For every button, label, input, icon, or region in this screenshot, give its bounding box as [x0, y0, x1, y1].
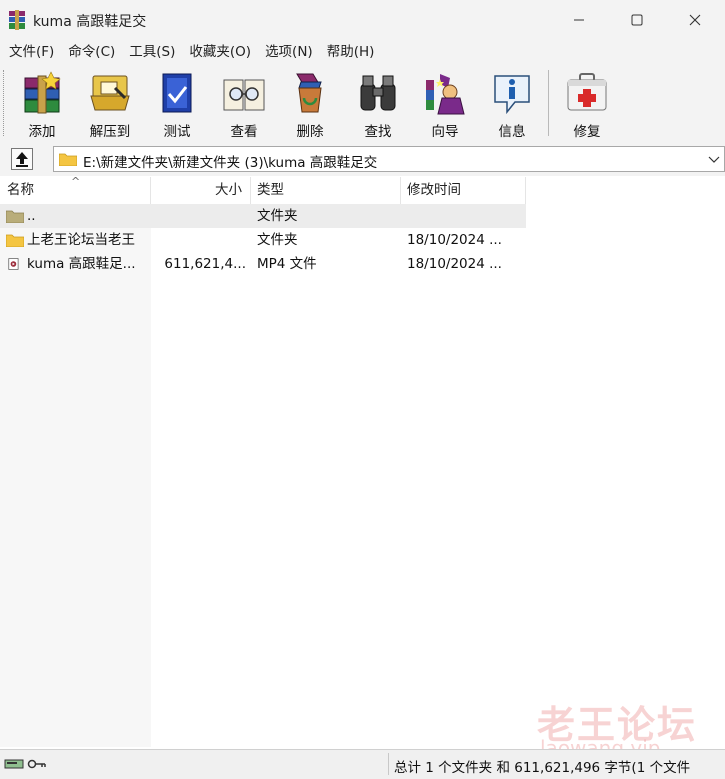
address-path: E:\新建文件夹\新建文件夹 (3)\kuma 高跟鞋足交 — [83, 155, 378, 171]
sort-ascending-icon: ^ — [71, 175, 81, 188]
up-arrow-icon — [16, 152, 28, 167]
repair-icon — [567, 73, 607, 111]
up-folder-button[interactable] — [11, 148, 33, 170]
add-label: 添加 — [28, 124, 56, 140]
row-type: 文件夹 — [257, 232, 298, 248]
info-label: 信息 — [498, 124, 526, 140]
list-row-folder[interactable]: 上老王论坛当老王 文件夹 18/10/2024 ... — [0, 228, 526, 252]
address-row: E:\新建文件夹\新建文件夹 (3)\kuma 高跟鞋足交 — [0, 142, 725, 176]
view-icon — [223, 79, 265, 111]
maximize-icon — [631, 14, 643, 26]
minimize-icon — [574, 19, 584, 21]
menu-commands[interactable]: 命令(C) — [61, 40, 122, 64]
list-row-parent[interactable]: .. 文件夹 — [0, 204, 526, 228]
wizard-button[interactable]: 向导 — [413, 68, 477, 140]
maximize-button[interactable] — [614, 0, 660, 40]
column-header-modified[interactable]: 修改时间 — [401, 177, 526, 204]
find-label: 查找 — [364, 124, 392, 140]
add-button[interactable]: 添加 — [10, 68, 74, 140]
menu-options[interactable]: 选项(N) — [258, 40, 320, 64]
toolbar-grip[interactable] — [3, 70, 6, 136]
test-icon — [162, 73, 192, 113]
repair-label: 修复 — [573, 124, 601, 140]
test-button[interactable]: 测试 — [145, 68, 209, 140]
test-label: 测试 — [163, 124, 191, 140]
find-icon — [360, 75, 396, 111]
folder-icon — [6, 234, 24, 247]
toolbar-separator — [548, 70, 549, 136]
row-name: .. — [27, 208, 36, 224]
chevron-down-icon[interactable] — [708, 154, 720, 164]
menu-help[interactable]: 帮助(H) — [320, 40, 382, 64]
wizard-label: 向导 — [431, 124, 459, 140]
menu-favorites[interactable]: 收藏夹(O) — [182, 40, 258, 64]
delete-label: 删除 — [296, 124, 324, 140]
column-header-type[interactable]: 类型 — [251, 177, 401, 204]
minimize-button[interactable] — [556, 0, 602, 40]
address-bar[interactable]: E:\新建文件夹\新建文件夹 (3)\kuma 高跟鞋足交 — [53, 146, 725, 172]
winrar-app-icon — [9, 10, 25, 30]
toolbar: 添加 解压到 测试 查看 删除 查找 向导 信息 修复 — [0, 64, 725, 142]
view-button[interactable]: 查看 — [212, 68, 276, 140]
menu-tools[interactable]: 工具(S) — [122, 40, 182, 64]
extract-to-label: 解压到 — [89, 124, 131, 140]
column-header-name-label: 名称 — [7, 182, 34, 198]
view-label: 查看 — [230, 124, 258, 140]
row-modified: 18/10/2024 ... — [407, 232, 502, 248]
parent-folder-icon — [6, 210, 24, 223]
wizard-icon — [426, 74, 465, 115]
info-button[interactable]: 信息 — [480, 68, 544, 140]
add-archive-icon — [24, 71, 61, 114]
close-icon — [689, 14, 701, 26]
row-type: MP4 文件 — [257, 256, 317, 272]
winrar-window: kuma 高跟鞋足交 文件(F) 命令(C) 工具(S) 收藏夹(O) 选项(N… — [0, 0, 725, 779]
menu-bar: 文件(F) 命令(C) 工具(S) 收藏夹(O) 选项(N) 帮助(H) — [0, 40, 725, 64]
title-bar[interactable]: kuma 高跟鞋足交 — [0, 0, 725, 40]
status-bar: 总计 1 个文件夹 和 611,621,496 字节(1 个文件 — [0, 749, 725, 779]
column-header-name[interactable]: ^ 名称 — [0, 175, 151, 204]
video-file-icon — [8, 258, 19, 270]
drive-icon[interactable] — [4, 758, 24, 770]
menu-file[interactable]: 文件(F) — [2, 40, 61, 64]
row-name: 上老王论坛当老王 — [27, 232, 135, 248]
column-header-size[interactable]: 大小 — [151, 177, 251, 204]
extract-to-button[interactable]: 解压到 — [78, 68, 142, 140]
list-header: ^ 名称 大小 类型 修改时间 — [0, 175, 725, 204]
extract-to-icon — [90, 75, 130, 111]
repair-button[interactable]: 修复 — [555, 68, 619, 140]
delete-icon — [296, 73, 322, 113]
row-size: 611,621,4... — [164, 256, 246, 272]
list-row-file[interactable]: kuma 高跟鞋足... 611,621,4... MP4 文件 18/10/2… — [0, 252, 526, 276]
info-icon — [494, 75, 530, 115]
row-modified: 18/10/2024 ... — [407, 256, 502, 272]
find-button[interactable]: 查找 — [346, 68, 410, 140]
delete-button[interactable]: 删除 — [278, 68, 342, 140]
window-title: kuma 高跟鞋足交 — [33, 14, 147, 30]
key-icon[interactable] — [27, 758, 47, 770]
close-button[interactable] — [672, 0, 718, 40]
status-divider — [388, 753, 389, 775]
row-name: kuma 高跟鞋足... — [27, 256, 136, 272]
folder-icon — [59, 153, 77, 166]
file-list[interactable]: ^ 名称 大小 类型 修改时间 .. 文件夹 上老王论坛当老王 文件夹 18/1… — [0, 175, 725, 747]
row-type: 文件夹 — [257, 208, 298, 224]
status-summary: 总计 1 个文件夹 和 611,621,496 字节(1 个文件 — [394, 760, 691, 776]
